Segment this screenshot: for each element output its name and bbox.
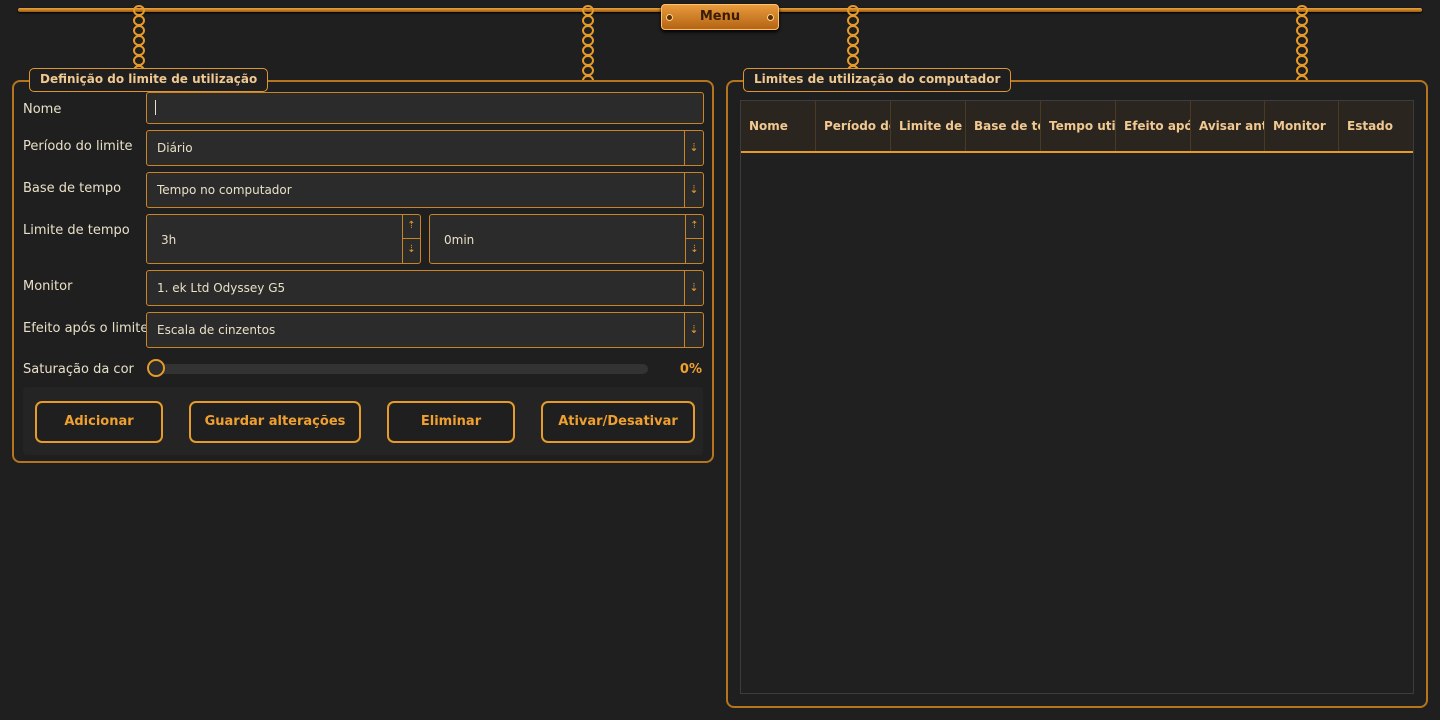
monitor-label: Monitor bbox=[23, 279, 73, 294]
period-label: Período do limite bbox=[23, 139, 133, 154]
hours-value: 3h bbox=[161, 233, 177, 247]
column-header[interactable]: Base de te bbox=[966, 101, 1041, 151]
table-header: Nome Período do Limite de t Base de te Tempo… bbox=[741, 101, 1413, 153]
arrow-up-icon[interactable]: ⇡ bbox=[685, 215, 703, 239]
effect-select[interactable]: Escala de cinzentos ⇣ bbox=[146, 312, 704, 348]
rivet-icon bbox=[767, 14, 774, 21]
panel-title: Definição do limite de utilização bbox=[29, 68, 269, 92]
monitor-value: 1. ek Ltd Odyssey G5 bbox=[157, 281, 286, 295]
name-input[interactable] bbox=[146, 92, 704, 124]
name-label: Nome bbox=[23, 102, 62, 117]
saturation-label: Saturação da cor bbox=[23, 362, 134, 377]
chevron-down-icon[interactable]: ⇣ bbox=[684, 313, 703, 347]
effect-value: Escala de cinzentos bbox=[157, 323, 276, 337]
limit-definition-panel: Definição do limite de utilização Nome P… bbox=[12, 68, 714, 463]
time-limit-label: Limite de tempo bbox=[23, 223, 130, 238]
time-base-label: Base de tempo bbox=[23, 181, 122, 196]
effect-label: Efeito após o limite bbox=[23, 321, 149, 336]
saturation-slider[interactable] bbox=[147, 359, 648, 377]
panel-title: Limites de utilização do computador bbox=[743, 68, 1012, 92]
chevron-down-icon[interactable]: ⇣ bbox=[684, 131, 703, 165]
period-value: Diário bbox=[157, 141, 193, 155]
arrow-down-icon[interactable]: ⇣ bbox=[685, 239, 703, 263]
column-header[interactable]: Estado bbox=[1339, 101, 1413, 151]
column-header[interactable]: Avisar ante bbox=[1191, 101, 1265, 151]
usage-limits-panel: Limites de utilização do computador Nome… bbox=[726, 68, 1428, 708]
monitor-select[interactable]: 1. ek Ltd Odyssey G5 ⇣ bbox=[146, 270, 704, 306]
rivet-icon bbox=[666, 14, 673, 21]
limits-table[interactable]: Nome Período do Limite de t Base de te Tempo… bbox=[740, 100, 1414, 694]
minutes-value: 0min bbox=[444, 233, 475, 247]
column-header[interactable]: Efeito após bbox=[1116, 101, 1191, 151]
saturation-value: 0% bbox=[679, 362, 702, 377]
chevron-down-icon[interactable]: ⇣ bbox=[684, 271, 703, 305]
minutes-spinner[interactable]: 0min ⇡ ⇣ bbox=[429, 214, 704, 264]
arrow-down-icon[interactable]: ⇣ bbox=[402, 239, 420, 263]
time-base-select[interactable]: Tempo no computador ⇣ bbox=[146, 172, 704, 208]
menu-button[interactable]: Menu bbox=[661, 4, 779, 30]
toggle-button[interactable]: Ativar/Desativar bbox=[541, 401, 695, 443]
arrow-up-icon[interactable]: ⇡ bbox=[402, 215, 420, 239]
save-changes-button[interactable]: Guardar alterações bbox=[189, 401, 361, 443]
column-header[interactable]: Tempo util bbox=[1041, 101, 1116, 151]
menu-label: Menu bbox=[699, 9, 741, 24]
column-header[interactable]: Limite de t bbox=[891, 101, 966, 151]
chevron-down-icon[interactable]: ⇣ bbox=[684, 173, 703, 207]
slider-thumb[interactable] bbox=[147, 359, 165, 377]
text-caret bbox=[155, 100, 156, 115]
column-header[interactable]: Monitor bbox=[1265, 101, 1339, 151]
column-header[interactable]: Período do bbox=[816, 101, 891, 151]
add-button[interactable]: Adicionar bbox=[35, 401, 163, 443]
delete-button[interactable]: Eliminar bbox=[387, 401, 515, 443]
column-header[interactable]: Nome bbox=[741, 101, 816, 151]
action-bar: Adicionar Guardar alterações Eliminar At… bbox=[23, 387, 703, 455]
period-select[interactable]: Diário ⇣ bbox=[146, 130, 704, 166]
hours-spinner[interactable]: 3h ⇡ ⇣ bbox=[146, 214, 421, 264]
time-base-value: Tempo no computador bbox=[157, 183, 292, 197]
